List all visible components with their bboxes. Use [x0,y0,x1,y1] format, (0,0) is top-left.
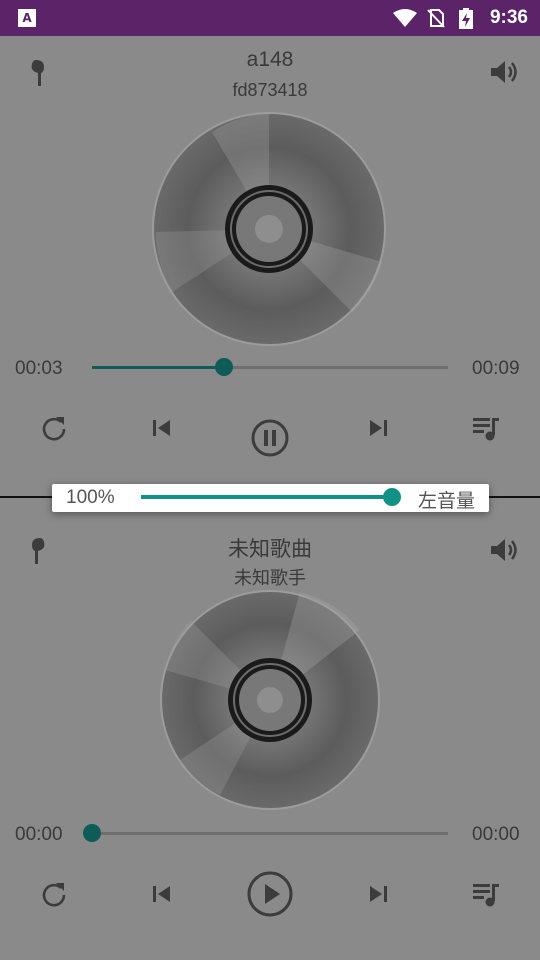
play-button[interactable] [242,866,298,922]
elapsed-time: 00:03 [15,358,63,379]
battery-charging-icon [459,8,473,29]
repeat-button[interactable] [32,406,76,450]
album-disc [160,590,380,810]
next-button[interactable] [356,406,400,450]
playlist-button[interactable] [464,406,508,450]
elapsed-time: 00:00 [15,824,63,845]
repeat-icon [42,417,66,441]
song-title: a148 [246,48,294,71]
app-notification-icon: A [18,9,36,27]
no-sim-icon [427,9,445,28]
total-duration: 00:00 [472,824,520,845]
next-icon [370,420,387,436]
repeat-button[interactable] [32,872,76,916]
progress-thumb[interactable] [215,358,233,376]
pause-button[interactable] [248,416,292,460]
player-panel-top: a148 fd873418 00:03 00:09 [0,36,540,498]
volume-slider-thumb[interactable] [383,488,401,506]
progress-track[interactable] [92,366,448,369]
progress-thumb[interactable] [83,824,101,842]
play-icon [247,871,293,917]
playlist-icon [473,418,499,441]
volume-icon[interactable] [488,56,520,88]
volume-icon[interactable] [488,534,520,566]
next-button[interactable] [356,872,400,916]
artist-name: 未知歌手 [234,568,306,588]
volume-percent: 100% [66,487,115,508]
pause-icon [251,419,289,457]
artist-name: fd873418 [232,80,308,100]
player-panel-bottom: 未知歌曲 未知歌手 00:00 00:00 [0,498,540,960]
volume-slider-track[interactable] [141,495,387,499]
volume-channel-label: 左音量 [417,490,475,512]
previous-icon [153,420,170,436]
next-icon [370,886,387,902]
wifi-icon [393,9,417,27]
playlist-button[interactable] [464,872,508,916]
volume-slider-fill [141,495,387,499]
progress-fill [92,366,224,369]
progress-track[interactable] [92,832,448,835]
total-duration: 00:09 [472,358,520,379]
status-bar: A 9:36 [0,0,540,36]
album-disc [152,112,386,346]
song-title: 未知歌曲 [228,538,312,561]
playlist-icon [473,884,499,907]
previous-button[interactable] [140,406,184,450]
repeat-icon [42,883,66,907]
previous-button[interactable] [140,872,184,916]
previous-icon [153,886,170,902]
volume-popup: 100% 左音量 [52,484,489,512]
clock: 9:36 [489,7,528,28]
